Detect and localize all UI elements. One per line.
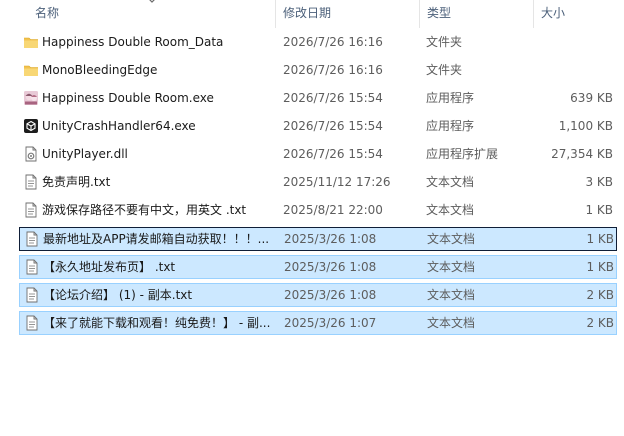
file-row[interactable]: Happiness Double Room_Data 2026/7/26 16:1… (19, 31, 617, 55)
file-name: Happiness Double Room_Data (42, 35, 224, 49)
column-header-type[interactable]: 类型 (421, 0, 533, 26)
file-type: 文本文档 (427, 316, 476, 330)
file-size: 2 KB (586, 316, 614, 330)
text-file-icon (25, 174, 37, 190)
sort-chevron-icon (149, 0, 155, 3)
file-size: 3 KB (585, 175, 613, 189)
file-type: 文本文档 (427, 288, 476, 302)
file-row[interactable]: 【永久地址发布页】 .txt 2025/3/26 1:08 文本文档 1 KB (19, 255, 617, 279)
file-size: 2 KB (586, 288, 614, 302)
file-modified-date: 2026/7/26 16:16 (283, 63, 383, 77)
file-modified-date: 2026/7/26 15:54 (283, 119, 383, 133)
column-header-modified[interactable]: 修改日期 (277, 0, 419, 26)
file-size (539, 31, 613, 53)
file-size: 1 KB (586, 260, 614, 274)
file-row[interactable]: 【来了就能下载和观看！纯免费！】 - 副... 2025/3/26 1:07 文本文… (19, 311, 617, 335)
file-name: 游戏保存路径不要有中文，用英文 .txt (42, 203, 247, 217)
column-divider[interactable] (275, 0, 276, 28)
file-size: 1 KB (585, 203, 613, 217)
file-type: 文本文档 (426, 203, 475, 217)
game-exe-icon (24, 91, 38, 105)
dll-icon (25, 146, 37, 162)
file-type: 文本文档 (427, 232, 476, 246)
file-modified-date: 2026/7/26 15:54 (283, 147, 383, 161)
file-modified-date: 2025/3/26 1:08 (284, 288, 377, 302)
file-modified-date: 2025/3/26 1:08 (284, 260, 377, 274)
file-type: 文件夹 (426, 35, 463, 49)
file-type: 文件夹 (426, 63, 463, 77)
file-size: 27,354 KB (551, 147, 613, 161)
file-name: 【论坛介绍】 (1) - 副本.txt (43, 288, 193, 302)
file-name: 【永久地址发布页】 .txt (43, 260, 176, 274)
file-modified-date: 2025/11/12 17:26 (283, 175, 391, 189)
file-size (539, 59, 613, 81)
file-modified-date: 2026/7/26 16:16 (283, 35, 383, 49)
file-type: 应用程序 (426, 119, 475, 133)
file-type: 文本文档 (426, 175, 475, 189)
file-size: 1,100 KB (558, 119, 613, 133)
text-file-icon (26, 231, 38, 247)
file-row[interactable]: UnityCrashHandler64.exe 2026/7/26 15:54 应用… (19, 115, 617, 139)
file-modified-date: 2025/3/26 1:07 (284, 316, 377, 330)
file-row[interactable]: Happiness Double Room.exe 2026/7/26 15:54… (19, 87, 617, 111)
folder-icon (24, 65, 38, 76)
file-type: 应用程序 (426, 91, 475, 105)
file-name: 【来了就能下载和观看！纯免费！】 - 副... (43, 316, 271, 330)
text-file-icon (26, 287, 38, 303)
unity-icon (24, 119, 38, 133)
file-name: 最新地址及APP请发邮箱自动获取！！！... (43, 232, 270, 246)
column-divider[interactable] (533, 0, 534, 28)
text-file-icon (26, 259, 38, 275)
file-row[interactable]: 免责声明.txt 2025/11/12 17:26 文本文档 3 KB (19, 171, 617, 195)
column-header-size[interactable]: 大小 (535, 0, 624, 26)
file-size: 639 KB (570, 91, 613, 105)
file-name: 免责声明.txt (42, 175, 111, 189)
text-file-icon (25, 202, 37, 218)
file-row[interactable]: UnityPlayer.dll 2026/7/26 15:54 应用程序扩展 27,3… (19, 143, 617, 167)
file-name: Happiness Double Room.exe (42, 91, 214, 105)
file-row[interactable]: 最新地址及APP请发邮箱自动获取！！！... 2025/3/26 1:08 文本文档… (19, 227, 617, 251)
column-header-bar: 名称 修改日期 类型 大小 (0, 0, 624, 28)
file-row[interactable]: 游戏保存路径不要有中文，用英文 .txt 2025/8/21 22:00 文本文档 1… (19, 199, 617, 223)
file-type: 应用程序扩展 (426, 147, 499, 161)
column-divider[interactable] (419, 0, 420, 28)
file-type: 文本文档 (427, 260, 476, 274)
folder-icon (24, 37, 38, 48)
file-name: MonoBleedingEdge (42, 63, 158, 77)
file-size: 1 KB (586, 232, 614, 246)
file-modified-date: 2025/8/21 22:00 (283, 203, 383, 217)
file-modified-date: 2026/7/26 15:54 (283, 91, 383, 105)
file-row[interactable]: 【论坛介绍】 (1) - 副本.txt 2025/3/26 1:08 文本文档 2 K… (19, 283, 617, 307)
file-name: UnityPlayer.dll (42, 147, 128, 161)
file-name: UnityCrashHandler64.exe (42, 119, 196, 133)
file-row[interactable]: MonoBleedingEdge 2026/7/26 16:16 文件夹 (19, 59, 617, 83)
file-modified-date: 2025/3/26 1:08 (284, 232, 377, 246)
text-file-icon (26, 315, 38, 331)
